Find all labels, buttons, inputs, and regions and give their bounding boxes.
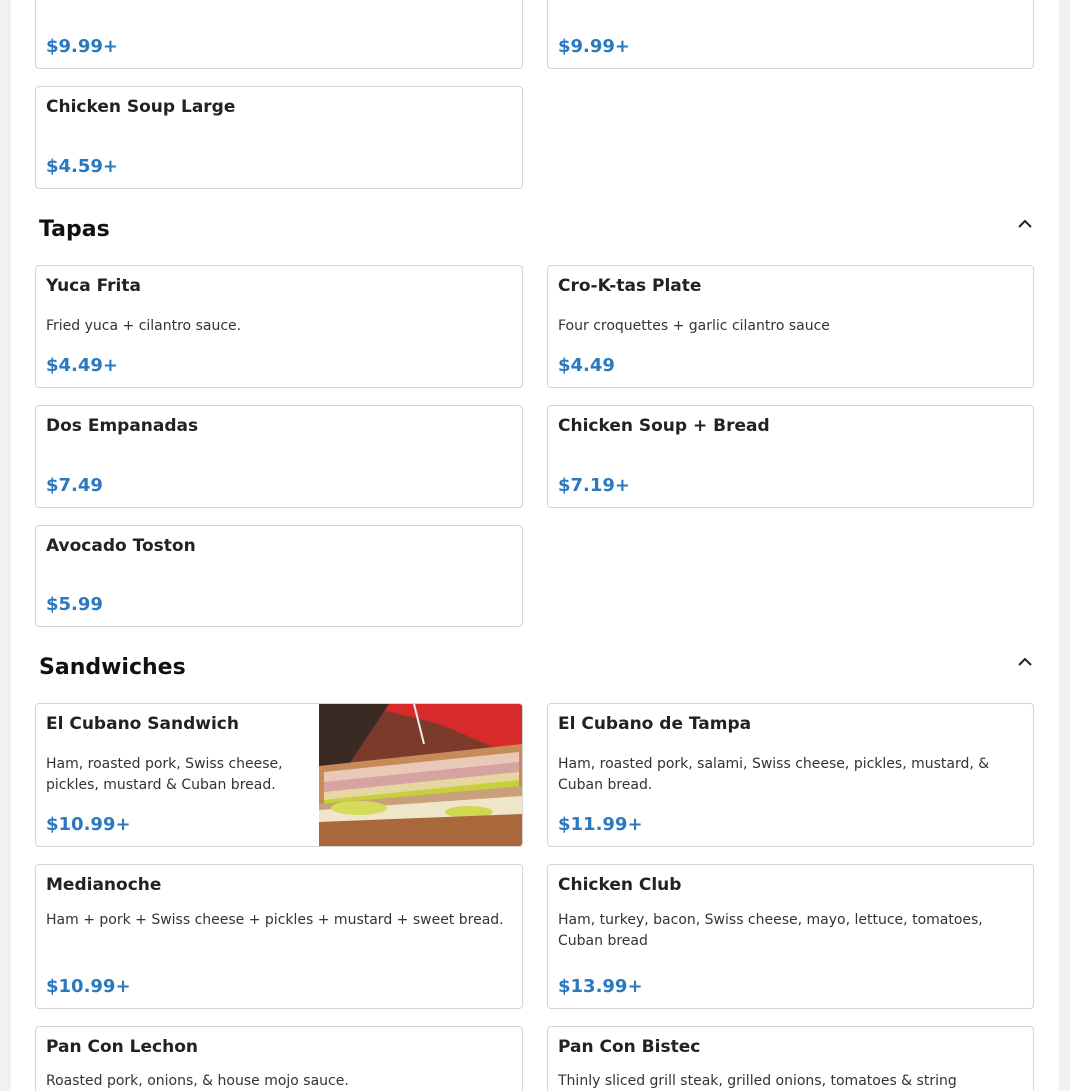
menu-item-card[interactable]: El Cubano Sandwich Ham, roasted pork, Sw… (35, 703, 523, 847)
section-title-tapas: Tapas (39, 217, 110, 242)
item-name: Medianoche (46, 875, 162, 895)
item-description: Ham, roasted pork, Swiss cheese, pickles… (46, 756, 283, 793)
item-price: $9.99+ (558, 36, 631, 57)
menu-item-card[interactable]: Pan Con Bistec Thinly sliced grill steak… (547, 1026, 1034, 1091)
item-description: Thinly sliced grill steak, grilled onion… (558, 1073, 957, 1089)
item-price: $5.99 (46, 594, 103, 615)
menu-item-card[interactable]: Dos Empanadas $7.49 (35, 405, 523, 508)
menu-item-card[interactable]: Medianoche Ham + pork + Swiss cheese + p… (35, 864, 523, 1009)
item-name: Avocado Toston (46, 536, 196, 556)
menu-item-card[interactable]: Pan Con Lechon Roasted pork, onions, & h… (35, 1026, 523, 1091)
section-title-sandwiches: Sandwiches (39, 655, 186, 680)
item-name: Pan Con Bistec (558, 1037, 701, 1057)
item-price: $13.99+ (558, 976, 643, 997)
menu-item-card[interactable]: Chicken Club Ham, turkey, bacon, Swiss c… (547, 864, 1034, 1009)
cuban-sandwich-photo (319, 704, 522, 846)
item-price: $10.99+ (46, 814, 131, 835)
item-name: Chicken Soup Large (46, 97, 236, 117)
menu-item-card[interactable]: Chicken Soup Large $4.59+ (35, 86, 523, 189)
menu-item-card[interactable]: Cro-K-tas Plate Four croquettes + garlic… (547, 265, 1034, 388)
item-price: $11.99+ (558, 814, 643, 835)
item-name: Chicken Club (558, 875, 682, 895)
chevron-up-icon[interactable] (1017, 654, 1033, 670)
item-description: Ham, turkey, bacon, Swiss cheese, mayo, … (558, 912, 983, 949)
item-name: Chicken Soup + Bread (558, 416, 770, 436)
item-name: Pan Con Lechon (46, 1037, 198, 1057)
item-name: El Cubano de Tampa (558, 714, 752, 734)
item-description: Roasted pork, onions, & house mojo sauce… (46, 1073, 349, 1089)
item-name: Dos Empanadas (46, 416, 199, 436)
item-description: Four croquettes + garlic cilantro sauce (558, 318, 830, 334)
item-description: Fried yuca + cilantro sauce. (46, 318, 242, 334)
menu-item-card[interactable]: El Cubano de Tampa Ham, roasted pork, sa… (547, 703, 1034, 847)
item-name: Cro-K-tas Plate (558, 276, 702, 296)
item-price: $7.49 (46, 475, 103, 496)
item-price: $9.99+ (46, 36, 119, 57)
menu-item-card[interactable]: Yuca Frita Fried yuca + cilantro sauce. … (35, 265, 523, 388)
menu-item-card[interactable]: $9.99+ (547, 0, 1034, 69)
item-price: $10.99+ (46, 976, 131, 997)
item-price: $4.59+ (46, 156, 119, 177)
item-price: $7.19+ (558, 475, 631, 496)
menu-item-card[interactable]: $9.99+ (35, 0, 523, 69)
menu-item-card[interactable]: Avocado Toston $5.99 (35, 525, 523, 627)
item-description: Ham, roasted pork, salami, Swiss cheese,… (558, 756, 990, 793)
menu-item-card[interactable]: Chicken Soup + Bread $7.19+ (547, 405, 1034, 508)
item-name: El Cubano Sandwich (46, 714, 239, 734)
item-name: Yuca Frita (46, 276, 141, 296)
chevron-up-icon[interactable] (1017, 216, 1033, 232)
item-price: $4.49 (558, 355, 615, 376)
item-description: Ham + pork + Swiss cheese + pickles + mu… (46, 912, 504, 928)
item-price: $4.49+ (46, 355, 119, 376)
menu-page: $9.99+ $9.99+ Chicken Soup Large $4.59+ … (11, 0, 1059, 1091)
